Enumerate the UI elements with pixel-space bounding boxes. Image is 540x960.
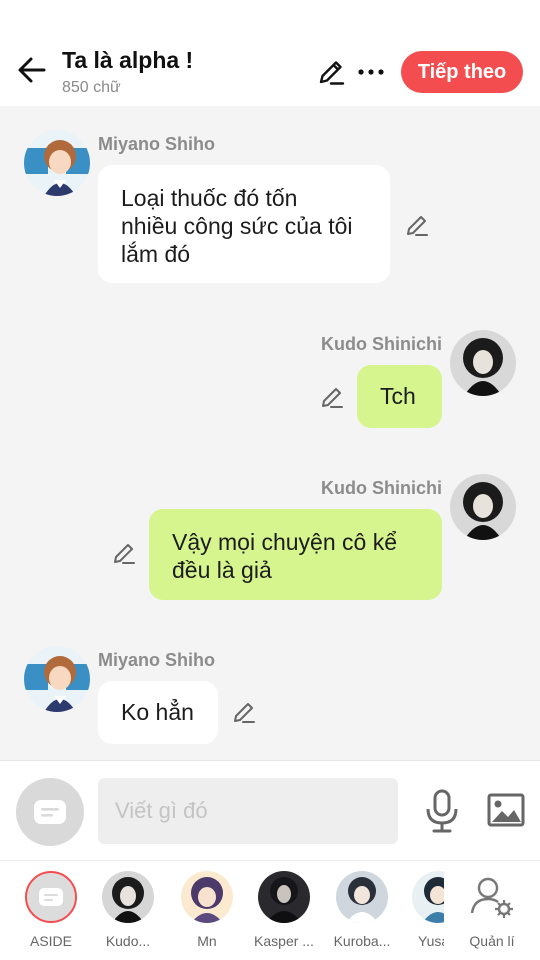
word-count: 850 chữ — [62, 79, 121, 96]
avatar-miyano-shiho[interactable] — [24, 646, 90, 712]
top-bar: Ta là alpha ! 850 chữ Tiếp theo — [0, 0, 540, 106]
chat-bubble-icon — [34, 800, 66, 824]
avatar — [258, 871, 310, 923]
aside-avatar — [25, 871, 77, 923]
back-button[interactable] — [16, 54, 48, 86]
speaker-name: Miyano Shiho — [98, 650, 215, 670]
message-line: nhiều công sức của tôi — [121, 213, 353, 239]
pencil-icon — [234, 703, 255, 723]
avatar — [181, 871, 233, 923]
speaker-name: Miyano Shiho — [98, 134, 215, 154]
more-options-button[interactable] — [356, 57, 386, 87]
speaker-name: Kudo Shinichi — [321, 334, 442, 354]
message-line: Loại thuốc đó tốn — [121, 185, 298, 211]
cast-item-kuroba[interactable]: Kuroba... — [330, 871, 394, 949]
cast-label: Yusa — [418, 933, 444, 949]
next-button[interactable]: Tiếp theo — [401, 51, 523, 93]
avatar-miyano-shiho[interactable] — [24, 130, 90, 196]
user-gear-icon — [466, 871, 518, 923]
message-line: Vậy mọi chuyện cô kể — [172, 529, 398, 555]
pencil-icon — [407, 216, 428, 236]
avatar-kudo-shinichi[interactable] — [450, 330, 516, 396]
message-line: lắm đó — [121, 241, 191, 267]
chat-bubble-icon — [39, 888, 63, 906]
message-line: Tch — [380, 383, 416, 409]
cast-item-yusa[interactable]: Yusa — [408, 871, 444, 949]
story-title: Ta là alpha ! — [62, 47, 194, 73]
chat-area[interactable]: Miyano Shiho Loại thuốc đó tốn nhiều côn… — [0, 106, 540, 760]
avatar — [336, 871, 388, 923]
cast-item-mn[interactable]: Mn — [175, 871, 239, 949]
message-bubble[interactable]: Ko hẳn — [98, 681, 218, 744]
avatar — [412, 871, 444, 923]
edit-message-button[interactable] — [231, 699, 257, 725]
cast-label: Mn — [197, 933, 217, 949]
message-line: Ko hẳn — [121, 699, 194, 725]
pencil-icon — [114, 544, 135, 564]
manage-cast-button[interactable]: Quản lí — [460, 871, 524, 949]
cast-label: Kasper ... — [254, 933, 314, 949]
microphone-icon — [426, 789, 458, 833]
composer-bar — [0, 760, 540, 860]
edit-message-button[interactable] — [111, 540, 137, 566]
character-bar: ASIDE Kudo... Mn Kasper ... Kuroba... Yu… — [0, 860, 540, 960]
avatar-kudo-shinichi[interactable] — [450, 474, 516, 540]
message-input[interactable] — [98, 778, 398, 844]
message-bubble[interactable]: Vậy mọi chuyện cô kể đều là giả — [149, 509, 442, 600]
ellipsis-icon — [358, 69, 384, 75]
arrow-left-icon — [18, 57, 46, 83]
speaker-name: Kudo Shinichi — [321, 478, 442, 498]
cast-label: Kudo... — [105, 933, 151, 949]
message-line: đều là giả — [172, 557, 272, 583]
message-bubble[interactable]: Tch — [357, 365, 442, 428]
avatar — [102, 871, 154, 923]
cast-item-aside[interactable]: ASIDE — [19, 871, 83, 949]
cast-label: Quản lí — [469, 933, 515, 949]
edit-message-button[interactable] — [404, 212, 430, 238]
voice-input-button[interactable] — [424, 789, 460, 833]
pencil-icon — [322, 388, 343, 408]
cast-label: Kuroba... — [333, 933, 391, 949]
aside-toggle-button[interactable] — [16, 778, 84, 846]
pencil-icon — [319, 61, 345, 85]
message-bubble[interactable]: Loại thuốc đó tốn nhiều công sức của tôi… — [98, 165, 390, 283]
edit-title-button[interactable] — [316, 57, 346, 87]
cast-item-kudo[interactable]: Kudo... — [96, 871, 160, 949]
insert-image-button[interactable] — [487, 793, 525, 827]
image-icon — [487, 793, 525, 827]
edit-message-button[interactable] — [319, 384, 345, 410]
cast-item-kasper[interactable]: Kasper ... — [252, 871, 316, 949]
cast-label: ASIDE — [29, 933, 72, 949]
